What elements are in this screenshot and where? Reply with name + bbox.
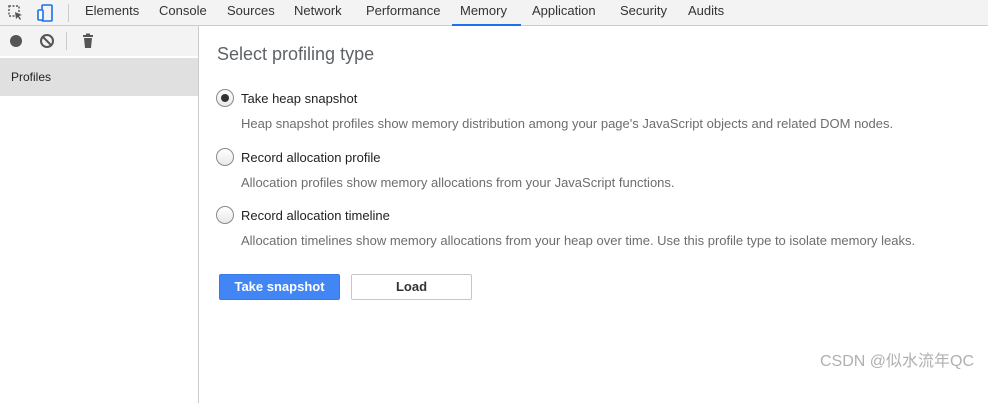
devtools-tab-bar: Elements Console Sources Network Perform… (0, 0, 988, 26)
device-toolbar-icon[interactable] (36, 3, 56, 23)
tab-elements[interactable]: Elements (77, 0, 147, 26)
sidebar-item-profiles[interactable]: Profiles (0, 58, 198, 96)
tab-console[interactable]: Console (151, 0, 215, 26)
inspect-element-icon[interactable] (6, 3, 26, 23)
option-description: Allocation profiles show memory allocati… (241, 175, 675, 190)
option-label[interactable]: Record allocation timeline (241, 208, 390, 223)
tab-memory[interactable]: Memory (452, 0, 521, 26)
tab-application[interactable]: Application (524, 0, 604, 26)
tab-audits[interactable]: Audits (680, 0, 732, 26)
record-icon[interactable] (6, 31, 26, 51)
page-title: Select profiling type (217, 44, 375, 64)
option-description: Allocation timelines show memory allocat… (241, 233, 916, 248)
radio-heap-snapshot[interactable] (216, 89, 234, 107)
garbage-collect-icon[interactable] (78, 31, 98, 51)
tab-performance[interactable]: Performance (358, 0, 448, 26)
tab-security[interactable]: Security (612, 0, 675, 26)
clear-icon[interactable] (37, 31, 57, 51)
take-snapshot-button[interactable]: Take snapshot (219, 274, 340, 300)
profiles-toolbar (0, 26, 198, 56)
sidebar-item-label: Profiles (11, 70, 52, 84)
radio-allocation-timeline[interactable] (216, 206, 234, 224)
option-label[interactable]: Take heap snapshot (241, 91, 357, 106)
profiles-sidebar: Profiles (0, 26, 199, 403)
radio-selected-dot (221, 94, 229, 102)
load-button[interactable]: Load (351, 274, 472, 300)
option-label[interactable]: Record allocation profile (241, 150, 380, 165)
tab-sources[interactable]: Sources (219, 0, 283, 26)
watermark: CSDN @似水流年QC (819, 353, 974, 370)
option-description: Heap snapshot profiles show memory distr… (241, 116, 894, 131)
toolbar-divider (66, 32, 67, 50)
tab-network[interactable]: Network (286, 0, 350, 26)
radio-allocation-profile[interactable] (216, 148, 234, 166)
toolbar-divider (68, 4, 69, 22)
